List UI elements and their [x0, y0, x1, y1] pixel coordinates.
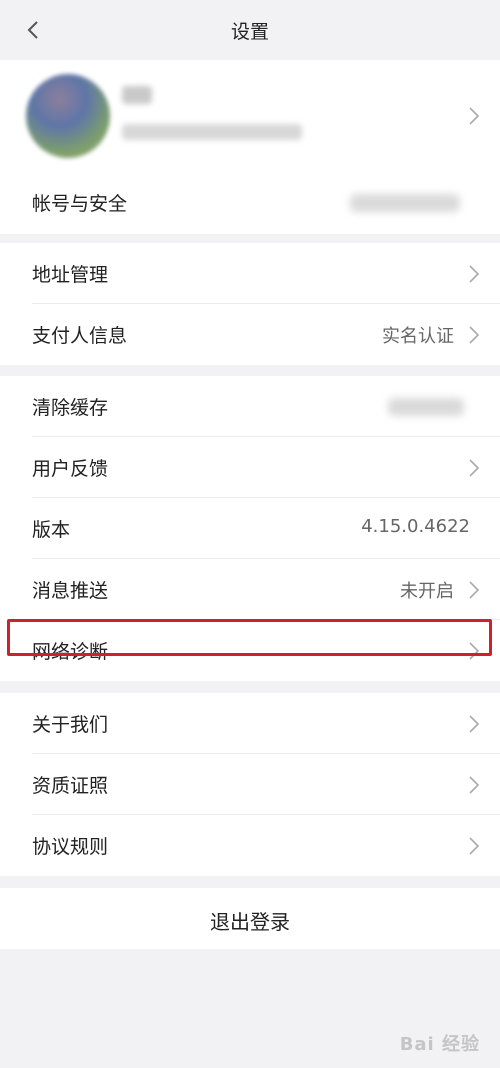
- chevron-right-icon: [469, 107, 480, 125]
- agreement-rules-row[interactable]: 协议规则: [0, 815, 500, 876]
- avatar: [26, 74, 110, 158]
- address-payment-group: 地址管理 支付人信息 实名认证: [0, 243, 500, 365]
- push-notification-value: 未开启: [400, 581, 454, 602]
- account-security-label: 帐号与安全: [32, 193, 128, 215]
- chevron-right-icon: [469, 715, 480, 733]
- blurred-username: [122, 86, 152, 104]
- version-value: 4.15.0.4622: [361, 516, 470, 537]
- profile-row[interactable]: [0, 60, 500, 172]
- push-notification-label: 消息推送: [32, 580, 109, 602]
- about-us-label: 关于我们: [32, 714, 109, 736]
- user-feedback-label: 用户反馈: [32, 458, 109, 480]
- settings-screen: 设置 帐号与安全 地址管理 支付人信息 实名认证 清除缓存 用户反馈 版本 4.…: [0, 0, 500, 1068]
- watermark: Bai 经验: [399, 1034, 480, 1055]
- chevron-right-icon: [469, 459, 480, 477]
- blurred-account-value: [350, 194, 460, 212]
- chevron-right-icon: [469, 837, 480, 855]
- highlight-box: [7, 619, 492, 656]
- page-title: 设置: [230, 21, 269, 43]
- about-us-row[interactable]: 关于我们: [0, 693, 500, 754]
- payer-info-label: 支付人信息: [32, 325, 128, 347]
- chevron-right-icon: [469, 326, 480, 344]
- version-label: 版本: [32, 519, 71, 541]
- agreement-rules-label: 协议规则: [32, 836, 109, 858]
- chevron-right-icon: [469, 776, 480, 794]
- address-management-row[interactable]: 地址管理: [0, 243, 500, 304]
- payer-info-value: 实名认证: [382, 326, 454, 347]
- profile-group: 帐号与安全: [0, 60, 500, 234]
- qualification-license-row[interactable]: 资质证照: [0, 754, 500, 815]
- logout-button[interactable]: 退出登录: [0, 888, 500, 949]
- logout-label: 退出登录: [210, 910, 290, 934]
- top-bar: 设置: [0, 0, 500, 60]
- chevron-right-icon: [469, 265, 480, 283]
- account-security-row[interactable]: 帐号与安全: [0, 172, 500, 233]
- blurred-cache-size: [388, 398, 464, 416]
- chevron-right-icon: [469, 581, 480, 599]
- push-notification-row[interactable]: 消息推送 未开启: [0, 559, 500, 620]
- clear-cache-label: 清除缓存: [32, 397, 109, 419]
- address-management-label: 地址管理: [32, 264, 109, 286]
- clear-cache-row[interactable]: 清除缓存: [0, 376, 500, 437]
- qualification-license-label: 资质证照: [32, 775, 109, 797]
- about-group: 关于我们 资质证照 协议规则: [0, 693, 500, 876]
- user-feedback-row[interactable]: 用户反馈: [0, 437, 500, 498]
- version-row: 版本 4.15.0.4622: [0, 498, 500, 559]
- blurred-user-info: [122, 124, 302, 140]
- payer-info-row[interactable]: 支付人信息 实名认证: [0, 304, 500, 365]
